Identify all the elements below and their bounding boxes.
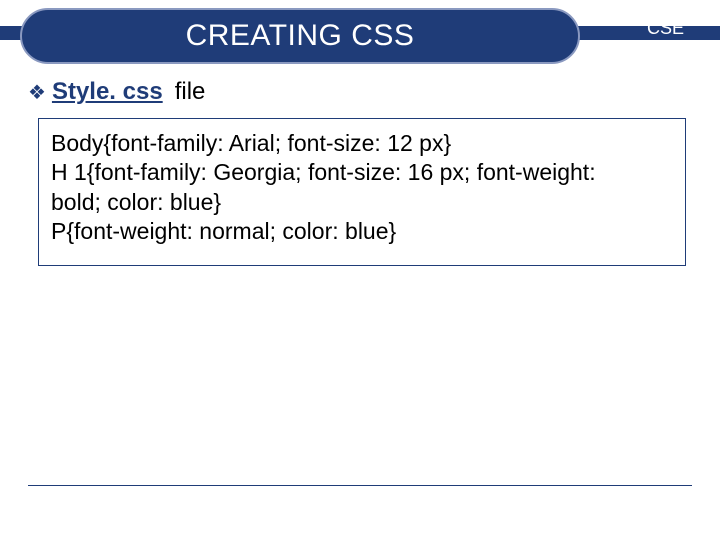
footer-divider — [28, 485, 692, 486]
subtitle-row: ❖ Style. css file — [28, 78, 205, 106]
code-line: bold; color: blue} — [51, 188, 673, 217]
diamond-bullet-icon: ❖ — [28, 83, 46, 103]
filename-link: Style. css — [52, 78, 163, 106]
code-line: H 1{font-family: Georgia; font-size: 16 … — [51, 158, 673, 187]
slide-title-pill: CREATING CSS — [20, 8, 580, 64]
corner-label: CSE — [647, 18, 684, 39]
slide-title: CREATING CSS — [186, 19, 415, 53]
code-block: Body{font-family: Arial; font-size: 12 p… — [38, 118, 686, 266]
code-line: P{font-weight: normal; color: blue} — [51, 217, 673, 246]
subtitle-rest: file — [175, 78, 206, 106]
code-line: Body{font-family: Arial; font-size: 12 p… — [51, 129, 673, 158]
